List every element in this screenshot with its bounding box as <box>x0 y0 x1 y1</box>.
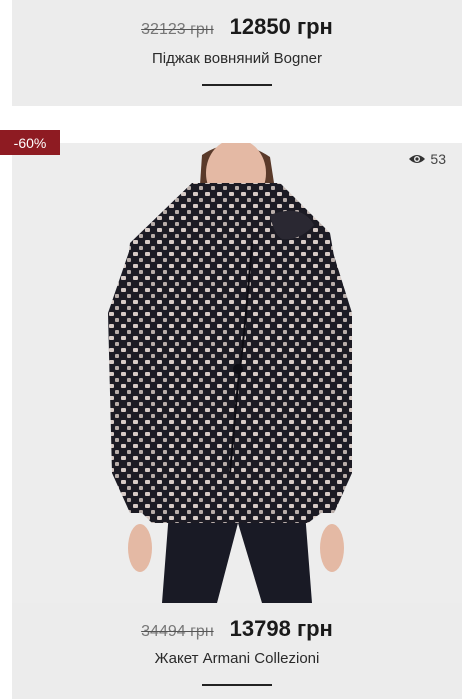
old-price: 32123 грн <box>141 21 214 38</box>
product-name[interactable]: Жакет Armani Collezioni <box>12 650 462 667</box>
product-card-2[interactable]: 53 34494 грн 13798 грн Жакет Armani Coll… <box>12 143 462 699</box>
new-price: 12850 грн <box>229 14 333 39</box>
new-price: 13798 грн <box>229 616 333 641</box>
price-row: 32123 грн 12850 грн <box>12 14 462 40</box>
views-counter: 53 <box>408 151 446 167</box>
old-price: 34494 грн <box>141 623 214 640</box>
product-image[interactable] <box>12 143 462 603</box>
views-count: 53 <box>430 151 446 167</box>
price-row: 34494 грн 13798 грн <box>12 616 462 642</box>
product-card-1[interactable]: 32123 грн 12850 грн Піджак вовняний Bogn… <box>12 0 462 106</box>
divider <box>202 84 272 86</box>
discount-badge: -60% <box>0 130 60 155</box>
eye-icon <box>409 155 426 163</box>
divider <box>202 684 272 686</box>
product-name[interactable]: Піджак вовняний Bogner <box>12 50 462 67</box>
